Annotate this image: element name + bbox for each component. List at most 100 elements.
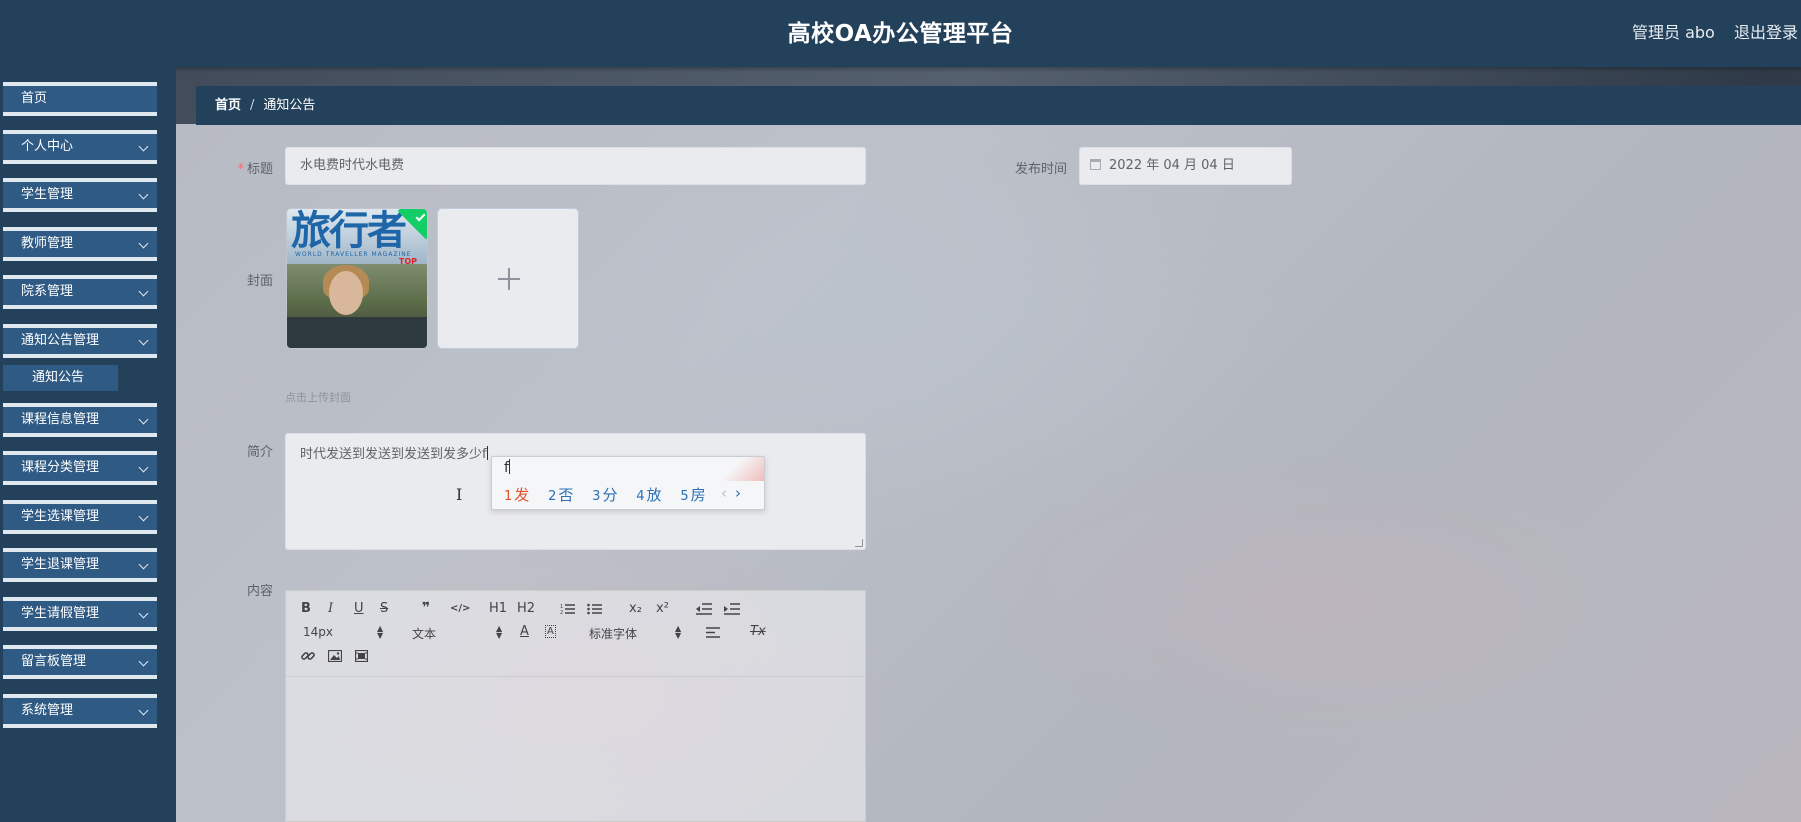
bold-button[interactable]: B	[301, 601, 311, 616]
publish-date-value: 2022 年 04 月 04 日	[1109, 158, 1235, 173]
ime-composition: f	[504, 459, 510, 476]
breadcrumb-home[interactable]: 首页	[215, 98, 241, 113]
chevron-down-icon	[138, 238, 149, 249]
superscript-button[interactable]: x²	[656, 601, 669, 616]
app-title: 高校OA办公管理平台	[787, 21, 1014, 47]
sidebar-item-home[interactable]: 首页	[3, 82, 157, 116]
code-button[interactable]: </>	[450, 603, 470, 614]
sidebar-item-label: 通知公告管理	[21, 333, 100, 348]
sidebar-item-label: 教师管理	[21, 236, 74, 251]
h2-button[interactable]: H2	[517, 601, 535, 616]
ime-prev-page-icon[interactable]: ‹	[721, 484, 727, 502]
clear-format-button[interactable]: Tx	[750, 624, 766, 639]
breadcrumb: 首页 / 通知公告	[196, 86, 1801, 125]
sidebar-subitem-notice[interactable]: 通知公告	[3, 365, 118, 391]
chevron-down-icon	[138, 141, 149, 152]
sidebar-item-label: 个人中心	[21, 139, 74, 154]
ime-candidate[interactable]: 1发	[504, 486, 529, 504]
chevron-down-icon	[138, 559, 149, 570]
chevron-down-icon	[138, 462, 149, 473]
font-size-select[interactable]: 14px ▲ ▼	[303, 625, 383, 641]
ime-candidate[interactable]: 4放	[636, 486, 661, 504]
bullet-list-icon[interactable]	[587, 603, 603, 615]
title-label: * 标题	[193, 158, 273, 177]
sidebar: 首页 个人中心 学生管理 教师管理 院系管理 通知公告管理 通知公告 课程信息管…	[0, 67, 176, 822]
ibeam-cursor-icon: I	[456, 485, 463, 504]
outdent-icon[interactable]	[696, 603, 712, 615]
image-icon[interactable]	[328, 650, 342, 662]
chevron-down-icon	[138, 414, 149, 425]
select-arrows-icon: ▲ ▼	[675, 624, 682, 640]
title-input[interactable]: 水电费时代水电费	[285, 147, 866, 185]
top-header: 高校OA办公管理平台 管理员 abo 退出登录	[0, 0, 1801, 67]
sidebar-item-label: 学生退课管理	[21, 557, 100, 572]
sidebar-item-course-drop[interactable]: 学生退课管理	[3, 548, 157, 582]
sidebar-item-system[interactable]: 系统管理	[3, 694, 157, 728]
align-icon[interactable]	[706, 627, 720, 638]
blockquote-button[interactable]: ❞	[422, 600, 430, 616]
sidebar-item-notice-management[interactable]: 通知公告管理	[3, 324, 157, 358]
sidebar-item-label: 院系管理	[21, 284, 74, 299]
sidebar-item-leave[interactable]: 学生请假管理	[3, 597, 157, 631]
editor-content-area[interactable]	[286, 678, 865, 821]
sidebar-item-course-info[interactable]: 课程信息管理	[3, 403, 157, 437]
video-icon[interactable]	[355, 650, 368, 662]
breadcrumb-separator: /	[250, 98, 255, 113]
sidebar-item-label: 学生请假管理	[21, 606, 100, 621]
link-icon[interactable]	[301, 649, 315, 663]
sidebar-item-label: 课程信息管理	[21, 412, 100, 427]
title-label-text: 标题	[246, 162, 273, 177]
background-color-icon[interactable]: A	[545, 625, 556, 638]
breadcrumb-current: 通知公告	[263, 98, 316, 113]
chevron-down-icon	[138, 335, 149, 346]
content-label: 内容	[246, 584, 273, 599]
sidebar-item-departments[interactable]: 院系管理	[3, 275, 157, 309]
ordered-list-icon[interactable]: 12	[560, 603, 576, 615]
subscript-button[interactable]: x₂	[629, 601, 642, 616]
summary-label: 简介	[246, 445, 273, 460]
sidebar-item-label: 留言板管理	[21, 654, 87, 669]
ime-candidate-window[interactable]: f 1发 2否 3分 4放 5房 ‹ ›	[491, 456, 765, 510]
sidebar-item-course-selection[interactable]: 学生选课管理	[3, 500, 157, 534]
sidebar-item-label: 首页	[21, 91, 48, 106]
svg-text:2: 2	[560, 610, 563, 615]
h1-button[interactable]: H1	[489, 601, 507, 616]
sidebar-item-label: 系统管理	[21, 703, 74, 718]
rich-text-editor[interactable]: B I U S ❞ </> H1 H2 12 x₂ x² 14px ▲ ▼ 文本 …	[285, 590, 866, 822]
italic-button[interactable]: I	[328, 601, 333, 616]
text-caret	[486, 446, 488, 460]
summary-text: 时代发送到发送到发送到发多少f	[300, 447, 487, 462]
logout-link[interactable]: 退出登录	[1734, 19, 1798, 43]
sidebar-item-teachers[interactable]: 教师管理	[3, 227, 157, 261]
sidebar-item-message-board[interactable]: 留言板管理	[3, 645, 157, 679]
font-family-select[interactable]: 标准字体 ▲ ▼	[589, 624, 682, 642]
indent-icon[interactable]	[724, 603, 740, 615]
cover-upload-button[interactable]	[437, 208, 579, 349]
sidebar-item-students[interactable]: 学生管理	[3, 178, 157, 212]
sidebar-item-personal-center[interactable]: 个人中心	[3, 130, 157, 164]
strike-button[interactable]: S	[380, 601, 388, 616]
ime-candidates: 1发 2否 3分 4放 5房	[504, 484, 720, 505]
sidebar-item-course-category[interactable]: 课程分类管理	[3, 451, 157, 485]
sidebar-item-label: 学生管理	[21, 187, 74, 202]
required-mark: *	[237, 162, 244, 177]
ime-candidate[interactable]: 3分	[592, 486, 617, 504]
resize-handle[interactable]	[855, 539, 863, 547]
chevron-down-icon	[138, 705, 149, 716]
chevron-down-icon	[138, 286, 149, 297]
chevron-down-icon	[138, 189, 149, 200]
publish-date-picker[interactable]: 2022 年 04 月 04 日	[1079, 147, 1292, 185]
ime-next-page-icon[interactable]: ›	[735, 484, 741, 502]
cover-thumbnail[interactable]: 旅行者 WORLD TRAVELLER MAGAZINE TOP	[286, 208, 428, 349]
chevron-down-icon	[138, 656, 149, 667]
chevron-down-icon	[138, 608, 149, 619]
select-arrows-icon: ▲ ▼	[377, 624, 384, 640]
ime-candidate[interactable]: 2否	[548, 486, 573, 504]
select-arrows-icon: ▲ ▼	[496, 624, 503, 640]
ime-candidate[interactable]: 5房	[680, 486, 705, 504]
font-color-button[interactable]: A	[520, 624, 529, 639]
admin-user-label: 管理员 abo	[1632, 23, 1715, 42]
block-format-select[interactable]: 文本 ▲ ▼	[412, 624, 503, 642]
underline-button[interactable]: U	[354, 601, 364, 616]
calendar-icon	[1090, 159, 1101, 170]
